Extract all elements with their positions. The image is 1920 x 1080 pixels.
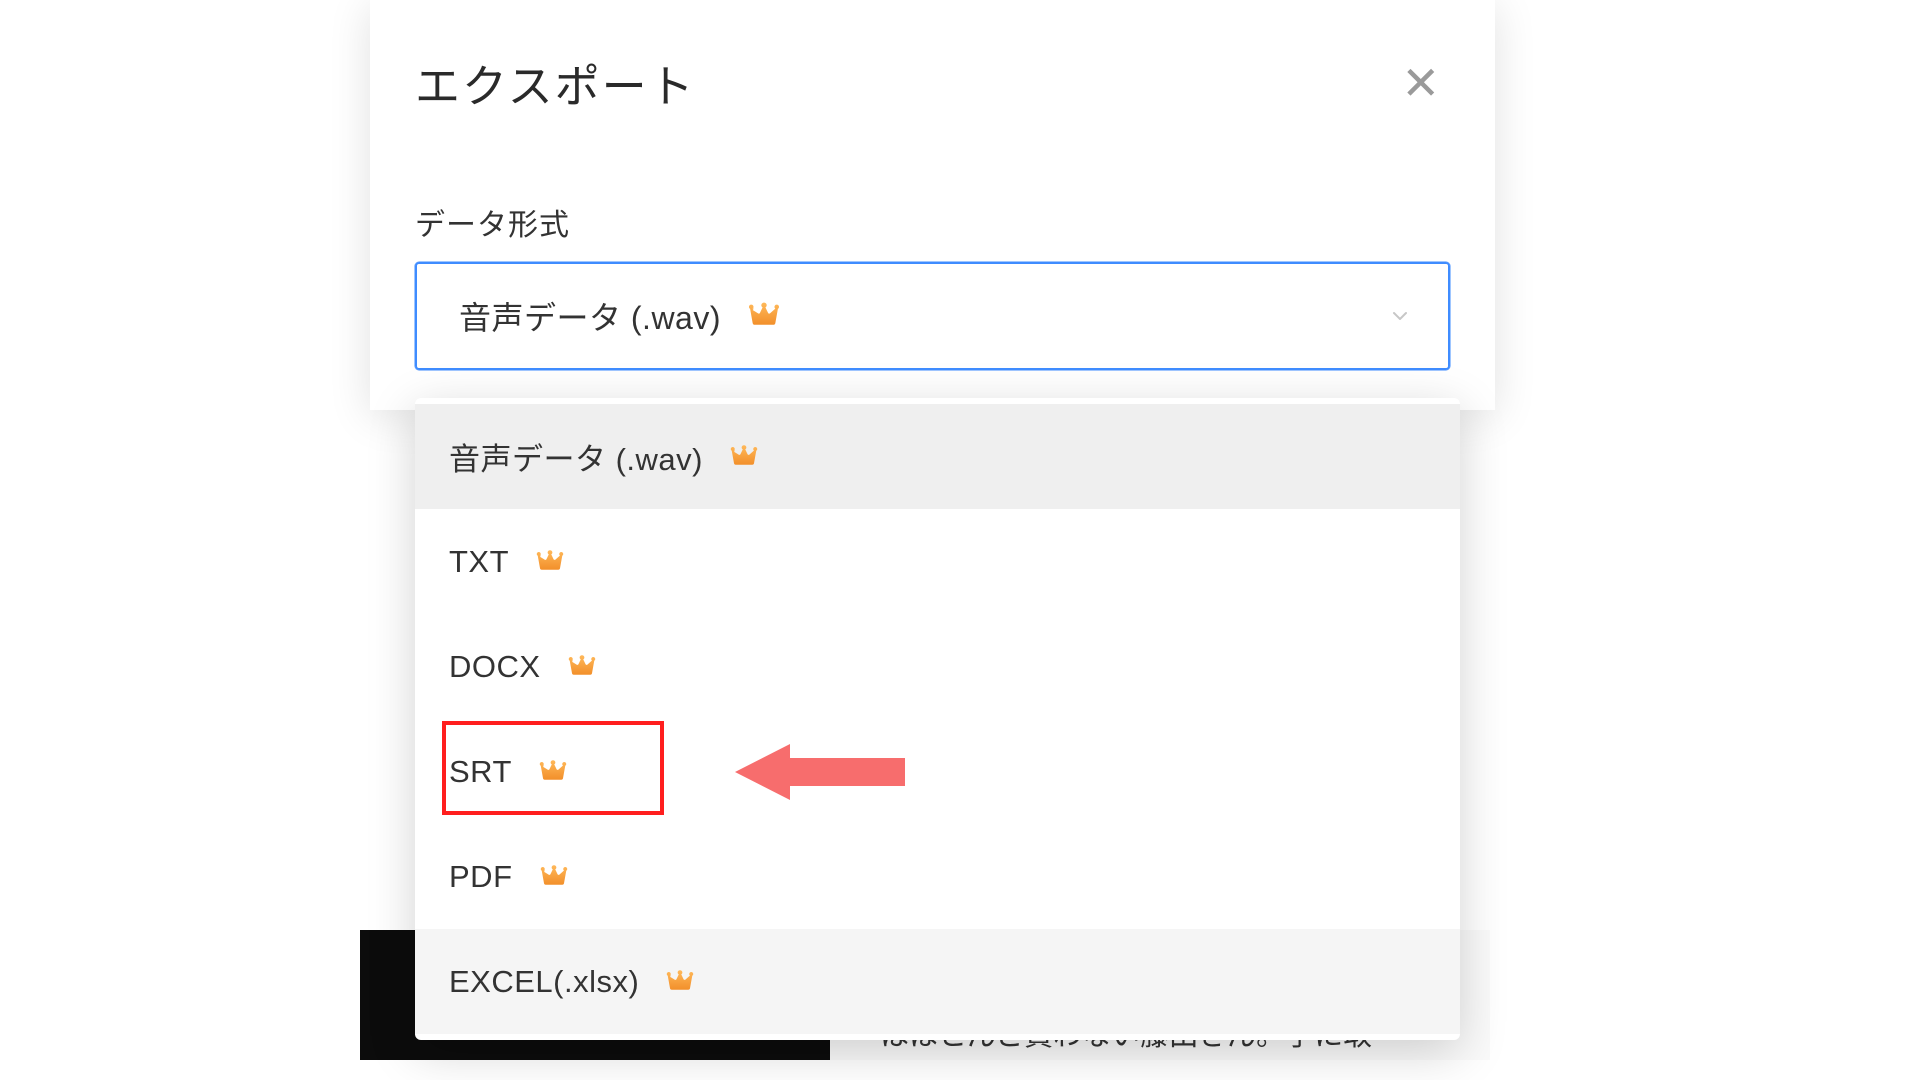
close-icon: ✕ bbox=[1401, 57, 1440, 109]
crown-icon bbox=[747, 299, 781, 333]
format-option[interactable]: 音声データ (.wav) bbox=[415, 404, 1460, 509]
crown-icon bbox=[538, 757, 568, 787]
export-modal: エクスポート ✕ データ形式 音声データ (.wav) bbox=[370, 0, 1495, 410]
format-select[interactable]: 音声データ (.wav) bbox=[415, 262, 1450, 370]
format-option-label: PDF bbox=[449, 859, 513, 895]
format-option[interactable]: PDF bbox=[415, 824, 1460, 929]
crown-icon bbox=[535, 547, 565, 577]
format-option[interactable]: DOCX bbox=[415, 614, 1460, 719]
format-option-label: DOCX bbox=[449, 649, 541, 685]
chevron-down-icon bbox=[1388, 304, 1412, 328]
crown-icon bbox=[539, 862, 569, 892]
format-option[interactable]: SRT bbox=[415, 719, 1460, 824]
format-option-label: TXT bbox=[449, 544, 509, 580]
format-option[interactable]: TXT bbox=[415, 509, 1460, 614]
format-label: データ形式 bbox=[415, 200, 1495, 244]
modal-title: エクスポート bbox=[415, 50, 696, 115]
format-option-label: 音声データ (.wav) bbox=[449, 434, 703, 479]
crown-icon bbox=[665, 967, 695, 997]
close-button[interactable]: ✕ bbox=[1401, 60, 1440, 106]
format-option[interactable]: EXCEL(.xlsx) bbox=[415, 929, 1460, 1034]
modal-header: エクスポート ✕ bbox=[370, 0, 1495, 145]
crown-icon bbox=[729, 442, 759, 472]
format-dropdown: 音声データ (.wav) TXT DOCX SRT PDF EXCEL(.xlsx) bbox=[415, 398, 1460, 1040]
format-option-label: EXCEL(.xlsx) bbox=[449, 964, 639, 1000]
crown-icon bbox=[567, 652, 597, 682]
format-select-value: 音声データ (.wav) bbox=[459, 293, 721, 339]
format-option-label: SRT bbox=[449, 754, 512, 790]
